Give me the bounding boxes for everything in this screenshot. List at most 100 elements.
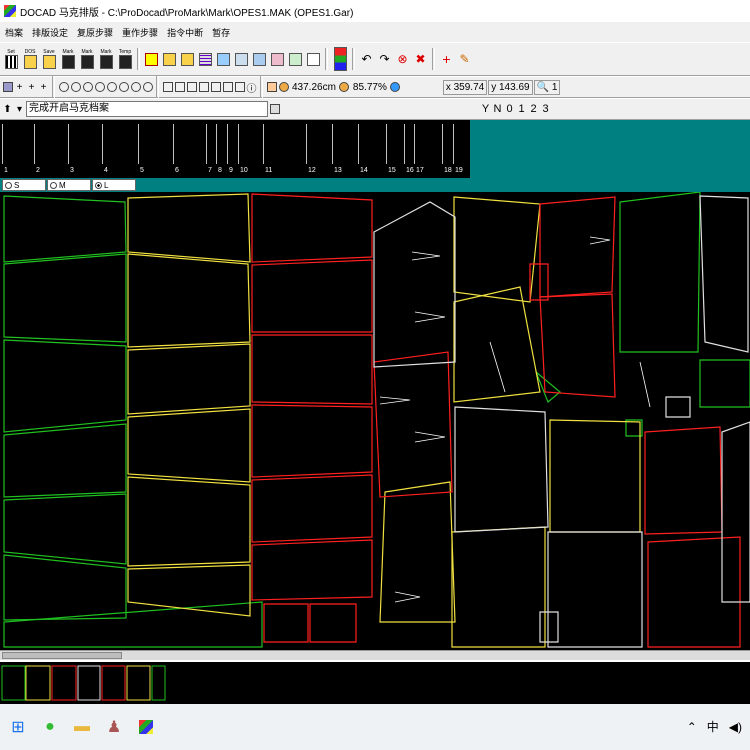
undo-button[interactable]: ↶ [358,48,375,70]
marker-overview[interactable] [0,660,750,704]
cursor-button[interactable]: ⬆ [2,101,13,117]
marker-canvas[interactable] [0,192,750,650]
enter-icon [269,104,280,114]
ruler-tick [68,124,69,164]
chevron-up-icon[interactable]: ⌃ [687,720,697,734]
dart-mark [589,236,611,245]
zoom-icon [82,82,93,92]
tool-button-a[interactable] [278,79,289,95]
piece-icon [271,52,284,66]
menu-interrupt[interactable]: 指令中断 [167,26,203,39]
cursor-icon: ⬆ [3,103,12,115]
temp-button[interactable]: Temp [116,44,134,74]
pattern-piece [127,408,251,483]
cross-button[interactable]: + [14,79,25,95]
disk-icon [80,55,94,69]
align-button-3[interactable] [186,79,197,95]
taskbar-app-1[interactable]: ● [40,717,60,737]
zoom-button-5[interactable] [106,79,117,95]
x-value: 359.74 [453,81,485,93]
piece-tool-button-2[interactable] [251,48,268,70]
grid-toggle-button[interactable] [2,79,13,95]
start-button[interactable]: ⊞ [8,717,28,737]
ime-indicator[interactable]: 中 [707,718,719,735]
horizontal-scrollbar[interactable] [0,650,750,660]
tool-button-c[interactable] [390,79,401,95]
dropdown-button[interactable]: ▾ [14,101,25,117]
pencil-tool-button[interactable] [143,48,160,70]
set-button[interactable]: Set [2,44,20,74]
zoom-button-8[interactable] [142,79,153,95]
menu-redo[interactable]: 重作步骤 [122,26,158,39]
layer-y-button[interactable]: Y [480,101,491,117]
zoom-button-1[interactable] [58,79,69,95]
layer-0-button[interactable]: 0 [504,101,515,117]
align-button-6[interactable] [222,79,233,95]
toolbar-separator [156,76,159,98]
speaker-icon[interactable]: ◀) [729,720,742,734]
grid-icon [2,82,13,92]
width-tool-button[interactable] [305,48,322,70]
layer-3-button[interactable]: 3 [540,101,551,117]
layer-n-button[interactable]: N [492,101,503,117]
cross-button-2[interactable]: + [26,79,37,95]
enter-button[interactable] [269,101,280,117]
mark-open-button[interactable]: Mark [59,44,77,74]
table-tool-button[interactable] [215,48,232,70]
taskbar-app-2[interactable]: ♟ [104,717,124,737]
toolbar-separator [52,76,55,98]
folder-tool-button[interactable] [161,48,178,70]
scrollbar-thumb[interactable] [2,652,122,659]
ruler-tick [453,124,454,164]
grid-tool-button[interactable] [197,48,214,70]
cross-button-3[interactable]: + [38,79,49,95]
align-button-5[interactable] [210,79,221,95]
info-button[interactable]: ⓘ [246,79,257,95]
window-title: DOCAD 马克排版 - C:\ProDocad\ProMark\Mark\OP… [20,7,354,19]
zoom-button-7[interactable] [130,79,141,95]
calc-button[interactable] [266,79,277,95]
command-prompt-field[interactable]: 完成开启马克档案 [26,101,268,117]
layer-1-button[interactable]: 1 [516,101,527,117]
color-tool-button[interactable] [331,44,349,74]
size-option-m[interactable]: M [47,179,91,191]
piece-tool-button[interactable] [233,48,250,70]
draw-button[interactable]: ✎ [456,48,473,70]
add-button[interactable]: + [438,48,455,70]
tool-icon [339,82,350,92]
ruler-tick [102,124,103,164]
cancel-button[interactable]: ⊗ [394,48,411,70]
zoom-button-4[interactable] [94,79,105,95]
overview-piece [77,665,101,701]
menu-layout-settings[interactable]: 排版设定 [32,26,68,39]
layer-y-label: Y [481,103,490,115]
align-button-1[interactable] [162,79,173,95]
mark-saveas-button[interactable]: Mark [97,44,115,74]
tool-button-b[interactable] [339,79,350,95]
align-button-2[interactable] [174,79,185,95]
ruler-tick [404,124,405,164]
menu-temp-save[interactable]: 暂存 [212,26,230,39]
align-button-7[interactable] [234,79,245,95]
size-option-l[interactable]: L [92,179,136,191]
piece-tool-button-4[interactable] [287,48,304,70]
zoom-button-2[interactable] [70,79,81,95]
taskbar-docad[interactable] [136,717,156,737]
layer-n-label: N [493,103,502,115]
layer-2-button[interactable]: 2 [528,101,539,117]
zoom-button-6[interactable] [118,79,129,95]
zoom-button-3[interactable] [82,79,93,95]
piece-tool-button-3[interactable] [269,48,286,70]
file-explorer-button[interactable]: ▬ [72,717,92,737]
save-button[interactable]: Save [40,44,58,74]
menu-file[interactable]: 档案 [5,26,23,39]
dos-button[interactable]: DOS [21,44,39,74]
redo-button[interactable]: ↷ [376,48,393,70]
mark-save-button[interactable]: Mark [78,44,96,74]
stop-button[interactable]: ✖ [412,48,429,70]
menu-undo[interactable]: 复原步骤 [77,26,113,39]
size-option-s[interactable]: S [2,179,46,191]
align-button-4[interactable] [198,79,209,95]
folder-tool-button-2[interactable] [179,48,196,70]
dart-mark [489,341,506,393]
